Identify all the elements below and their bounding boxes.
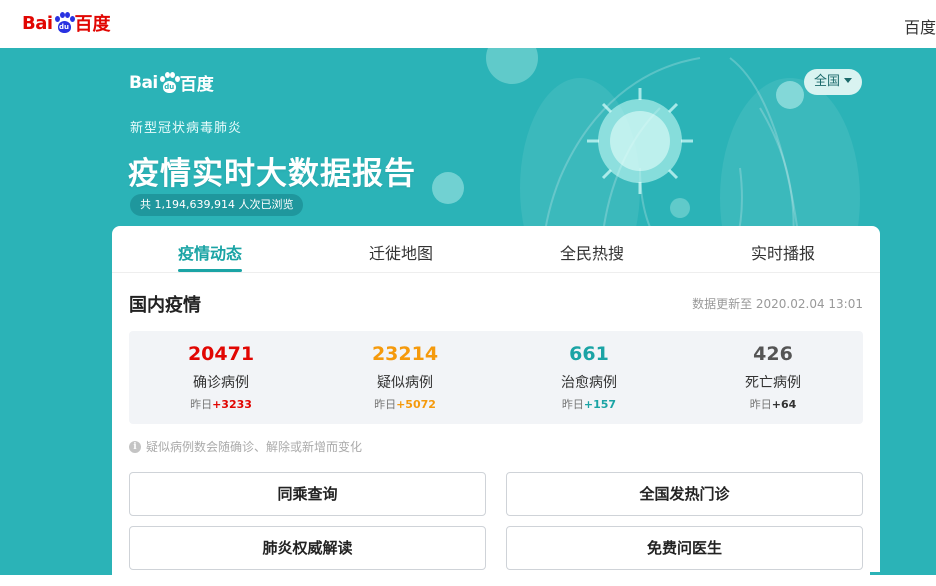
stat-yesterday: 昨日+64 xyxy=(749,398,797,411)
info-icon: i xyxy=(129,440,141,453)
banner-baidu-logo: Bai du 百度 xyxy=(129,71,214,95)
stat-value: 23214 xyxy=(371,343,439,365)
tab-live-feed[interactable]: 实时播报 xyxy=(751,240,815,264)
stat-suspected: 23214 疑似病例 昨日+5072 xyxy=(313,331,497,424)
top-bar: Bai du 百度 百度 xyxy=(0,0,936,49)
banner-subtitle: 新型冠状病毒肺炎 xyxy=(130,121,243,136)
baidu-logo[interactable]: Bai du 百度 xyxy=(22,10,111,36)
suspected-note: i 疑似病例数会随确诊、解除或新增而变化 xyxy=(129,438,362,455)
tab-bar: 疫情动态 迁徙地图 全民热搜 实时播报 xyxy=(112,226,880,273)
stat-yesterday: 昨日+5072 xyxy=(374,398,436,411)
fever-clinic-button[interactable]: 全国发热门诊 xyxy=(506,472,863,516)
stat-confirmed: 20471 确诊病例 昨日+3233 xyxy=(129,331,313,424)
stat-label: 确诊病例 xyxy=(193,375,249,391)
tab-hot-search[interactable]: 全民热搜 xyxy=(560,240,624,264)
tab-epidemic-news[interactable]: 疫情动态 xyxy=(178,240,242,264)
main-card: 疫情动态 迁徙地图 全民热搜 实时播报 国内疫情 数据更新至 2020.02.0… xyxy=(112,226,880,586)
stat-cured: 661 治愈病例 昨日+157 xyxy=(497,331,681,424)
stat-label: 治愈病例 xyxy=(561,375,617,391)
stat-value: 661 xyxy=(569,343,609,365)
stat-label: 疑似病例 xyxy=(377,375,433,391)
stat-value: 426 xyxy=(753,343,793,365)
top-right-link[interactable]: 百度 xyxy=(904,14,936,38)
same-trip-query-button[interactable]: 同乘查询 xyxy=(129,472,486,516)
pneumonia-guide-button[interactable]: 肺炎权威解读 xyxy=(129,526,486,570)
tab-migration-map[interactable]: 迁徙地图 xyxy=(369,240,433,264)
region-dropdown[interactable]: 全国 xyxy=(804,69,862,95)
section-title: 国内疫情 xyxy=(129,295,201,316)
stat-yesterday: 昨日+157 xyxy=(561,398,617,411)
ask-doctor-button[interactable]: 免费问医生 xyxy=(506,526,863,570)
view-count-badge: 共 1,194,639,914 人次已浏览 xyxy=(130,194,304,216)
stats-panel: 20471 确诊病例 昨日+3233 23214 疑似病例 昨日+5072 66… xyxy=(129,331,863,424)
stat-yesterday: 昨日+3233 xyxy=(190,398,252,411)
stat-deaths: 426 死亡病例 昨日+64 xyxy=(681,331,865,424)
caret-down-icon xyxy=(844,78,852,83)
update-timestamp: 数据更新至 2020.02.04 13:01 xyxy=(692,297,863,311)
paw-icon: du xyxy=(159,71,180,94)
page-title: 疫情实时大数据报告 xyxy=(128,156,416,192)
paw-icon: du xyxy=(54,12,75,34)
stat-value: 20471 xyxy=(187,343,255,365)
active-tab-indicator xyxy=(178,269,242,272)
stat-label: 死亡病例 xyxy=(745,375,801,391)
